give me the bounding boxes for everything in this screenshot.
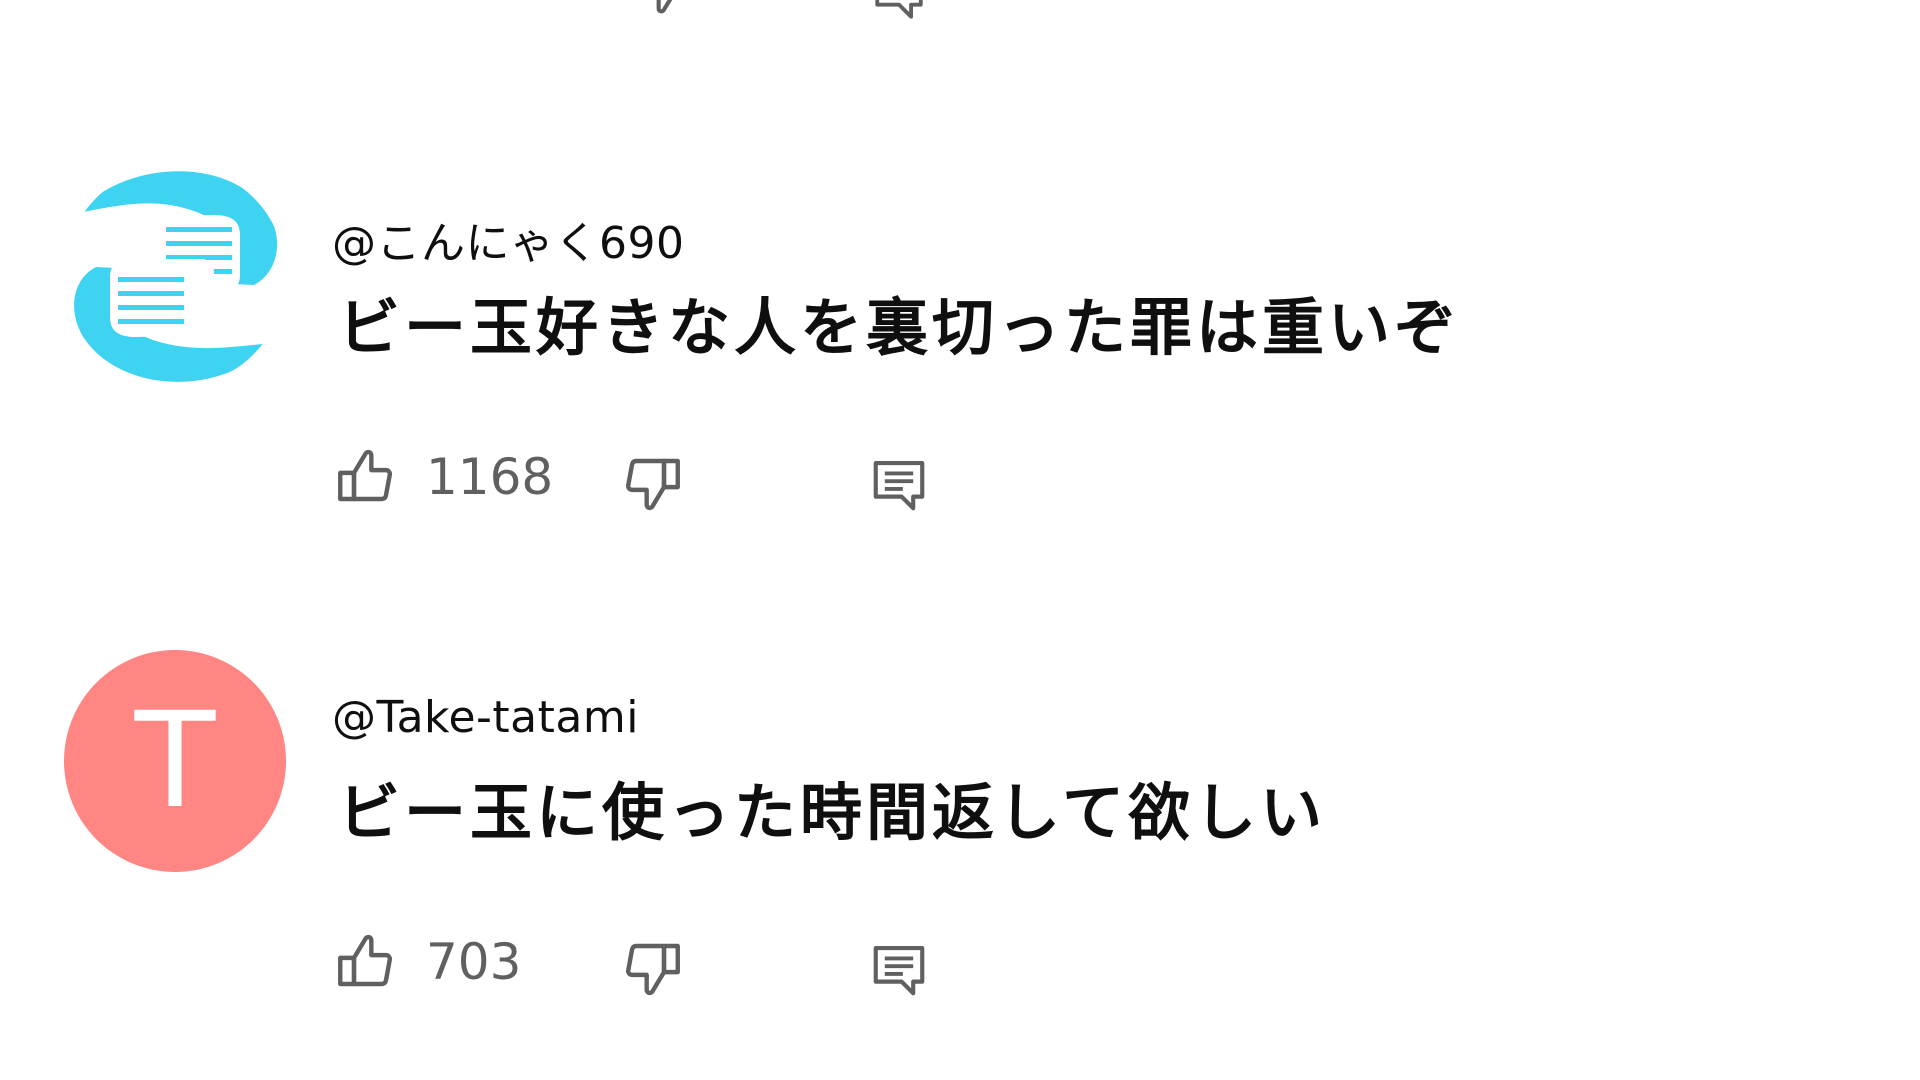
dislike-button[interactable]	[638, 0, 700, 24]
comment-item: @こんにゃく690 ビー玉好きな人を裏切った罪は重いぞ 1168	[0, 165, 1920, 545]
like-count: 703	[426, 933, 522, 991]
thumbs-down-icon	[625, 458, 680, 511]
comment-reply-icon	[875, 0, 923, 19]
comment-reply-icon	[873, 460, 925, 511]
dislike-button[interactable]	[620, 928, 686, 1008]
comment-author[interactable]: @Take-tatami	[332, 692, 639, 743]
avatar[interactable]: T	[64, 650, 286, 872]
comment-author[interactable]: @こんにゃく690	[332, 207, 684, 271]
comment-text: ビー玉に使った時間返して欲しい	[338, 776, 1327, 849]
like-button[interactable]: 703	[332, 922, 521, 1002]
thumbs-down-icon	[656, 0, 673, 14]
comment-reply-icon	[873, 945, 925, 996]
like-count: 1168	[426, 448, 554, 506]
thumbs-down-icon	[625, 943, 680, 996]
like-button[interactable]: 1168	[332, 437, 553, 517]
comment-item: T @Take-tatami ビー玉に使った時間返して欲しい 703	[0, 650, 1920, 1030]
comments-section: @こんにゃく690 ビー玉好きな人を裏切った罪は重いぞ 1168 T @Take…	[0, 0, 1920, 1080]
reply-button[interactable]	[868, 445, 930, 525]
hands-avatar-icon	[64, 165, 286, 387]
comment-actions: 1168	[332, 437, 1032, 517]
thumbs-up-icon	[338, 449, 393, 502]
reply-button[interactable]	[870, 0, 928, 24]
reply-button[interactable]	[868, 930, 930, 1010]
dislike-button[interactable]	[620, 443, 686, 523]
comment-actions: 703	[332, 922, 1032, 1002]
avatar[interactable]	[64, 165, 286, 387]
previous-comment-actions	[0, 0, 1920, 19]
comment-text: ビー玉好きな人を裏切った罪は重いぞ	[338, 291, 1461, 364]
thumbs-up-icon	[338, 934, 393, 987]
